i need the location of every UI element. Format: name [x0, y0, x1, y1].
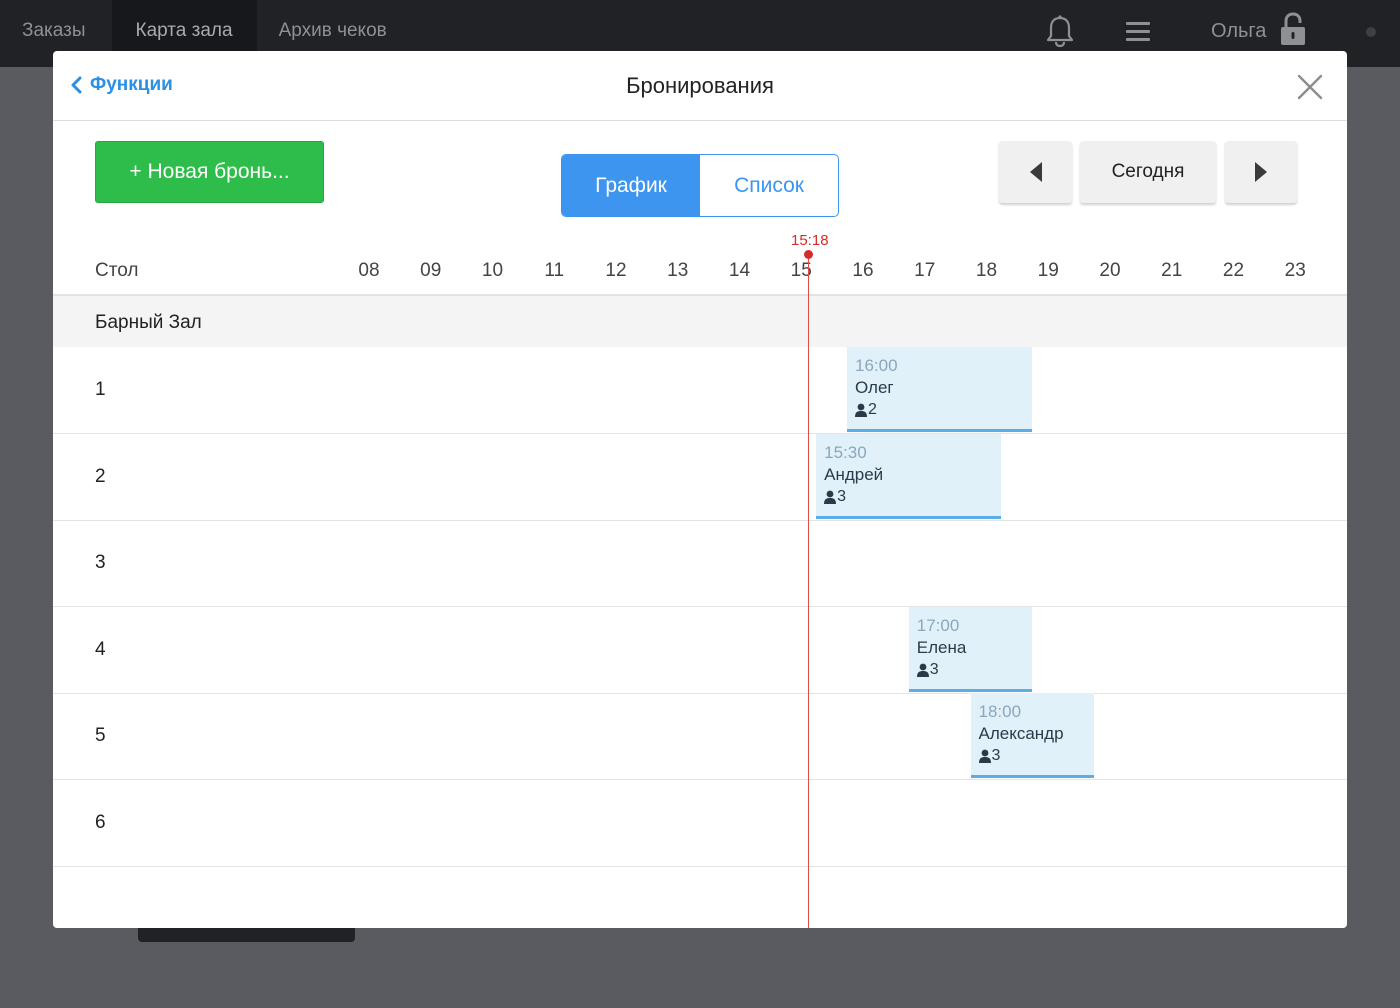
table-number: 1 — [95, 379, 106, 400]
menu-icon[interactable] — [1126, 22, 1150, 42]
person-icon — [855, 403, 867, 417]
guest-count: 3 — [929, 660, 939, 678]
person-icon — [916, 663, 929, 677]
booking-card[interactable]: 16:00 Олег 2 — [847, 347, 1033, 432]
person-icon — [824, 490, 837, 504]
current-time-dot — [804, 250, 813, 259]
booking-guests: 3 — [916, 659, 1025, 681]
guest-count: 3 — [991, 747, 1001, 765]
current-time-label: 15:18 — [791, 232, 829, 249]
guest-count: 3 — [837, 487, 847, 505]
lock-open-icon[interactable] — [1280, 12, 1306, 46]
booking-guests: 2 — [855, 399, 1024, 421]
hour-label: 23 — [1284, 260, 1306, 281]
hour-label: 14 — [728, 260, 751, 281]
hour-label: 17 — [914, 260, 936, 281]
booking-guest-name: Олег — [855, 378, 894, 397]
booking-card[interactable]: 18:00 Александр 3 — [970, 693, 1094, 779]
table-row[interactable]: 6 — [53, 780, 1347, 867]
triangle-right-icon — [1255, 162, 1267, 182]
table-number: 6 — [95, 812, 106, 833]
table-number: 5 — [95, 725, 106, 747]
table-row[interactable]: 5 — [53, 693, 1347, 781]
hour-label: 16 — [852, 260, 874, 281]
table-row[interactable]: 1 — [53, 347, 1347, 434]
triangle-left-icon — [1029, 162, 1042, 182]
table-number: 4 — [95, 638, 106, 660]
booking-guest-name: Александр — [978, 724, 1064, 744]
today-button[interactable]: Сегодня — [1080, 141, 1216, 203]
table-row[interactable]: 4 — [53, 607, 1347, 694]
close-icon[interactable] — [1296, 73, 1324, 101]
booking-card[interactable]: 17:00 Елена 3 — [908, 606, 1033, 692]
section-label: Барный Зал — [95, 312, 202, 333]
modal-title: Бронирования — [626, 73, 774, 98]
status-dot — [1366, 27, 1376, 37]
hour-label: 10 — [481, 260, 504, 281]
user-name[interactable]: Ольга — [1211, 20, 1266, 43]
booking-card[interactable]: 15:30 Андрей 3 — [816, 433, 1002, 519]
view-toggle: График Список — [561, 154, 839, 217]
hour-label: 20 — [1099, 260, 1121, 281]
hour-label: 13 — [667, 260, 689, 281]
booking-time: 15:30 — [824, 442, 867, 462]
hour-label: 21 — [1161, 260, 1183, 281]
new-booking-button[interactable]: + Новая бронь... — [95, 141, 324, 203]
prev-day-button[interactable] — [999, 141, 1072, 203]
table-number: 2 — [95, 465, 106, 487]
booking-guests: 3 — [978, 745, 1087, 767]
modal-header: Функции Бронирования — [53, 51, 1347, 121]
table-row[interactable]: 2 — [53, 434, 1347, 521]
bookings-modal: Функции Бронирования + Новая бронь... Гр… — [53, 51, 1347, 928]
booking-guests: 3 — [824, 486, 993, 508]
guest-count: 2 — [868, 401, 877, 418]
bell-icon[interactable] — [1044, 14, 1076, 48]
hour-label: 15 — [790, 260, 812, 281]
next-day-button[interactable] — [1225, 141, 1297, 203]
hour-label: 18 — [975, 260, 998, 281]
booking-time: 18:00 — [978, 702, 1022, 722]
hour-label: 11 — [544, 260, 565, 281]
section-header: Барный Зал — [53, 296, 1347, 347]
table-column-title: Стол — [95, 260, 139, 281]
hour-label: 08 — [358, 260, 380, 281]
table-row[interactable]: 3 — [53, 520, 1347, 608]
tab-list[interactable]: Список — [700, 155, 838, 216]
tab-schedule[interactable]: График — [562, 155, 700, 216]
table-number: 3 — [95, 552, 106, 574]
current-time-line — [808, 255, 809, 928]
booking-guest-name: Андрей — [824, 464, 884, 484]
booking-time: 17:00 — [916, 615, 960, 635]
hour-label: 09 — [420, 260, 442, 281]
hour-label: 12 — [605, 260, 627, 281]
booking-time: 16:00 — [855, 356, 898, 375]
booking-guest-name: Елена — [916, 637, 967, 657]
person-icon — [978, 749, 991, 764]
hour-label: 22 — [1222, 260, 1245, 281]
hour-label: 19 — [1037, 260, 1059, 281]
